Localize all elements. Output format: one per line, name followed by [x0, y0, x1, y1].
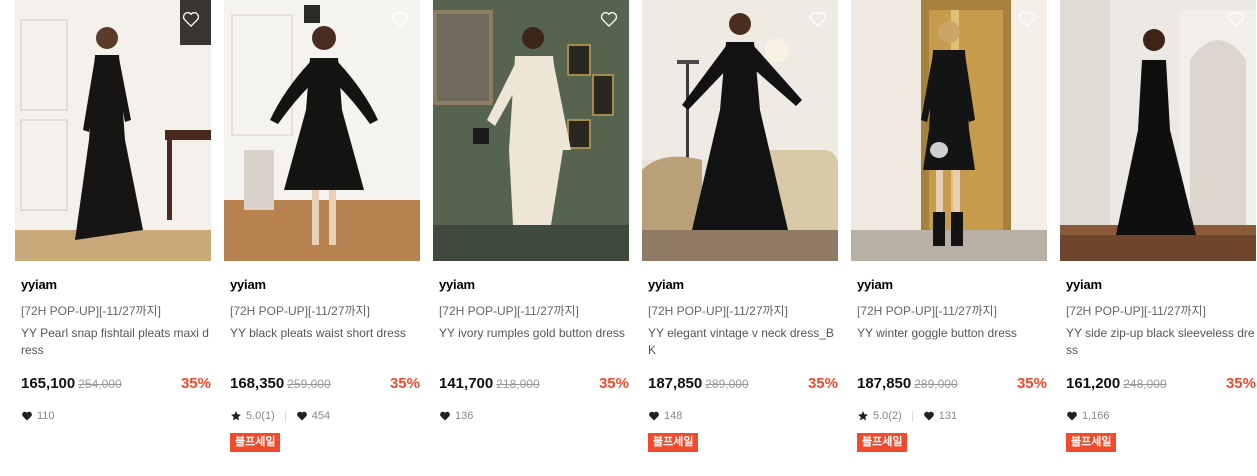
product-card[interactable]: yyiam [72H POP-UP][-11/27까지] YY black pl… — [224, 0, 420, 476]
heart-icon — [923, 411, 934, 421]
discount-rate: 35% — [1225, 375, 1256, 392]
price-row: 165,100 254,000 35% — [21, 375, 211, 395]
sale-price: 161,200 — [1066, 375, 1121, 392]
product-name[interactable]: YY elegant vintage v neck dress_BK — [648, 325, 838, 359]
heart-icon — [1067, 411, 1077, 421]
product-name[interactable]: YY ivory rumples gold button dress — [439, 325, 629, 342]
price-row: 187,850 289,000 35% — [857, 375, 1047, 395]
sale-price: 141,700 — [439, 375, 494, 392]
heart-outline-icon[interactable] — [1226, 9, 1246, 29]
brand-name[interactable]: yyiam — [230, 277, 266, 292]
promo-label: [72H POP-UP][-11/27까지] — [857, 304, 997, 318]
sale-badge: 블프세일 — [857, 433, 908, 452]
heart-icon — [22, 411, 32, 421]
heart-icon — [440, 411, 450, 421]
heart-outline-icon[interactable] — [808, 9, 828, 29]
product-meta: 5.0(1) 454 — [230, 408, 330, 424]
rating: 5.0(2) — [873, 410, 902, 422]
brand-name[interactable]: yyiam — [21, 277, 57, 292]
sale-price: 187,850 — [857, 375, 912, 392]
brand-name[interactable]: yyiam — [1066, 277, 1102, 292]
product-image[interactable] — [15, 0, 211, 261]
original-price: 259,000 — [287, 377, 331, 391]
price-row: 161,200 248,000 35% — [1066, 375, 1256, 395]
original-price: 289,000 — [914, 377, 958, 391]
product-meta: 110 — [21, 408, 55, 424]
heart-outline-icon[interactable] — [1017, 9, 1037, 29]
sale-price: 165,100 — [21, 375, 76, 392]
original-price: 254,000 — [78, 377, 122, 391]
promo-label: [72H POP-UP][-11/27까지] — [439, 304, 579, 318]
price-row: 187,850 289,000 35% — [648, 375, 838, 395]
like-count: 131 — [938, 410, 958, 422]
product-name[interactable]: YY side zip-up black sleeveless dress — [1066, 325, 1256, 359]
sale-badge: 블프세일 — [1066, 433, 1117, 452]
promo-label: [72H POP-UP][-11/27까지] — [648, 304, 788, 318]
like-count: 454 — [311, 410, 331, 422]
original-price: 289,000 — [705, 377, 749, 391]
product-name[interactable]: YY Pearl snap fishtail pleats maxi dress — [21, 325, 211, 359]
promo-label: [72H POP-UP][-11/27까지] — [1066, 304, 1206, 318]
divider — [911, 410, 913, 422]
discount-rate: 35% — [389, 375, 420, 392]
product-meta: 136 — [439, 408, 473, 424]
product-card[interactable]: yyiam [72H POP-UP][-11/27까지] YY side zip… — [1060, 0, 1256, 476]
product-card[interactable]: yyiam [72H POP-UP][-11/27까지] YY winter g… — [851, 0, 1047, 476]
product-grid: yyiam [72H POP-UP][-11/27까지] YY Pearl sn… — [0, 0, 1257, 476]
like-count: 148 — [664, 410, 683, 422]
brand-name[interactable]: yyiam — [648, 277, 684, 292]
heart-icon — [296, 411, 307, 421]
like-count: 110 — [37, 410, 55, 422]
product-card[interactable]: yyiam [72H POP-UP][-11/27까지] YY elegant … — [642, 0, 838, 476]
rating: 5.0(1) — [246, 410, 275, 422]
price-row: 141,700 218,000 35% — [439, 375, 629, 395]
product-meta: 1,166 — [1066, 408, 1110, 424]
divider — [284, 410, 286, 422]
product-image[interactable] — [224, 0, 420, 261]
discount-rate: 35% — [807, 375, 838, 392]
product-name[interactable]: YY winter goggle button dress — [857, 325, 1047, 342]
product-image[interactable] — [851, 0, 1047, 261]
product-card[interactable]: yyiam [72H POP-UP][-11/27까지] YY ivory ru… — [433, 0, 629, 476]
brand-name[interactable]: yyiam — [857, 277, 893, 292]
like-count: 136 — [455, 410, 474, 422]
sale-price: 168,350 — [230, 375, 285, 392]
star-icon — [858, 411, 868, 421]
product-image[interactable] — [642, 0, 838, 261]
heart-outline-icon[interactable] — [390, 9, 410, 29]
heart-outline-icon[interactable] — [599, 9, 619, 29]
heart-outline-icon[interactable] — [181, 9, 201, 29]
promo-label: [72H POP-UP][-11/27까지] — [21, 304, 161, 318]
price-row: 168,350 259,000 35% — [230, 375, 420, 395]
discount-rate: 35% — [180, 375, 211, 392]
brand-name[interactable]: yyiam — [439, 277, 475, 292]
discount-rate: 35% — [1016, 375, 1047, 392]
promo-label: [72H POP-UP][-11/27까지] — [230, 304, 370, 318]
product-name[interactable]: YY black pleats waist short dress — [230, 325, 420, 342]
sale-badge: 블프세일 — [230, 433, 281, 452]
product-card[interactable]: yyiam [72H POP-UP][-11/27까지] YY Pearl sn… — [15, 0, 211, 476]
original-price: 218,000 — [496, 377, 540, 391]
star-icon — [231, 411, 241, 421]
original-price: 248,000 — [1123, 377, 1167, 391]
product-image[interactable] — [433, 0, 629, 261]
sale-badge: 블프세일 — [648, 433, 699, 452]
product-image[interactable] — [1060, 0, 1256, 261]
heart-icon — [649, 411, 659, 421]
sale-price: 187,850 — [648, 375, 703, 392]
like-count: 1,166 — [1082, 410, 1110, 422]
product-meta: 5.0(2) 131 — [857, 408, 957, 424]
discount-rate: 35% — [598, 375, 629, 392]
product-meta: 148 — [648, 408, 682, 424]
